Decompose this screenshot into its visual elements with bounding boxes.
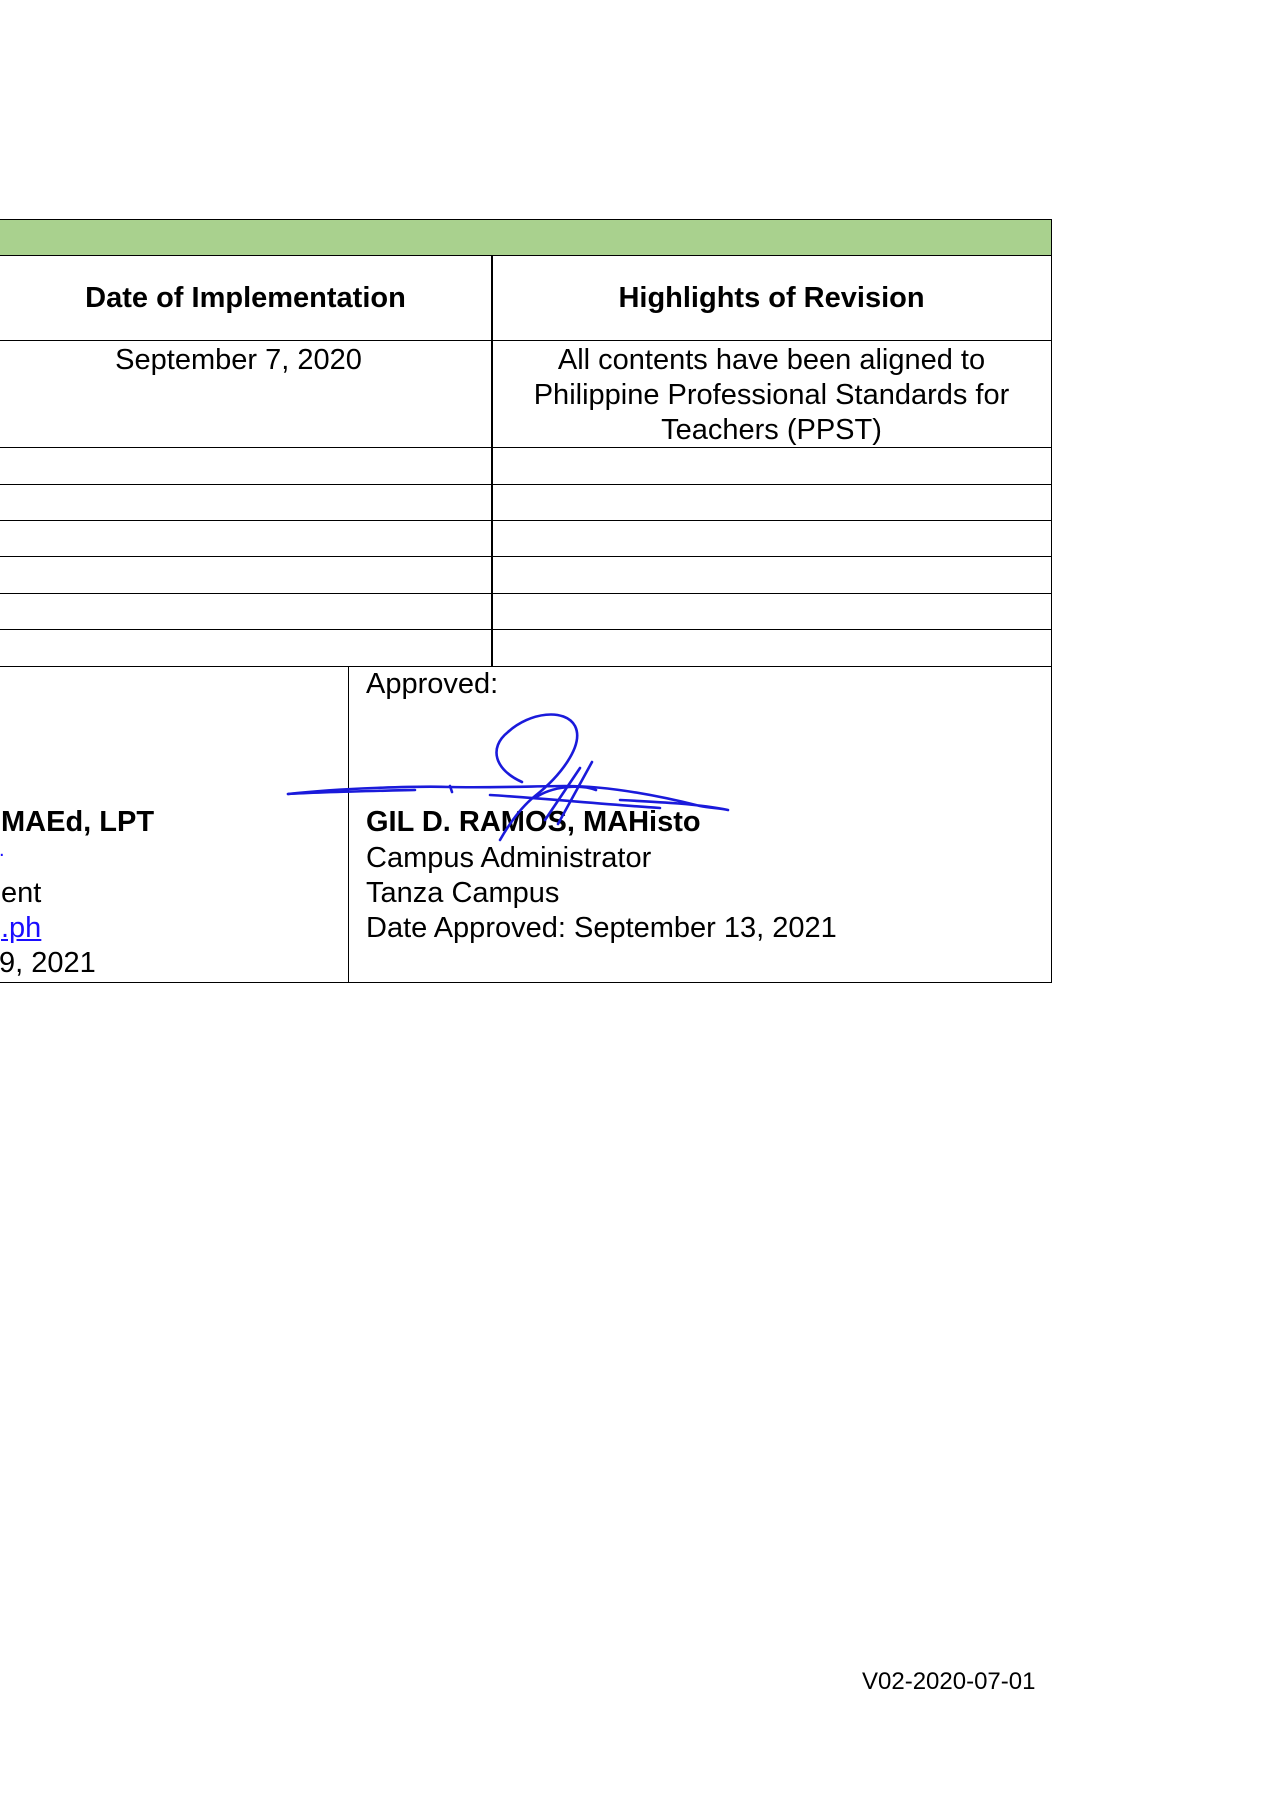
header-date-of-implementation: Date of Implementation [0,255,493,341]
handwritten-signature [286,713,730,842]
empty-row-cell [0,520,493,557]
left-link-fragment-dot: . [0,833,5,868]
document-version-code: V02-2020-07-01 [862,1668,1036,1695]
row1-highlights-cell: All contents have been aligned to Philip… [491,340,1052,448]
left-email-link[interactable]: .ph [1,911,41,946]
table-title-bar [0,219,1052,256]
row1-highlights-line2: Philippine Professional Standards for [533,379,1010,411]
header-highlights-of-revision: Highlights of Revision [491,255,1052,341]
empty-row-cell [0,556,493,594]
empty-row-cell [491,520,1052,557]
left-date-fragment: 9, 2021 [0,947,96,979]
empty-row-cell [491,484,1052,521]
left-title-fragment: ent [1,877,42,909]
row1-highlights-line1: All contents have been aligned to [557,344,986,376]
empty-row-cell [0,593,493,630]
empty-row-cell [0,484,493,521]
header-date-label: Date of Implementation [85,281,406,314]
empty-row-cell [491,447,1052,485]
empty-row-cell [0,447,493,485]
empty-row-cell [491,629,1052,667]
date-approved: Date Approved: September 13, 2021 [366,912,837,944]
row1-highlights-line3: Teachers (PPST) [661,414,882,446]
empty-row-cell [491,593,1052,630]
row1-date-cell: September 7, 2020 [0,340,493,448]
approver-campus: Tanza Campus [366,877,560,909]
approved-label: Approved: [366,668,499,700]
empty-row-cell [0,629,493,667]
left-name-fragment: MAEd, LPT [1,806,155,838]
empty-row-cell [491,556,1052,594]
row1-date: September 7, 2020 [115,344,362,376]
header-highlights-label: Highlights of Revision [618,281,925,314]
